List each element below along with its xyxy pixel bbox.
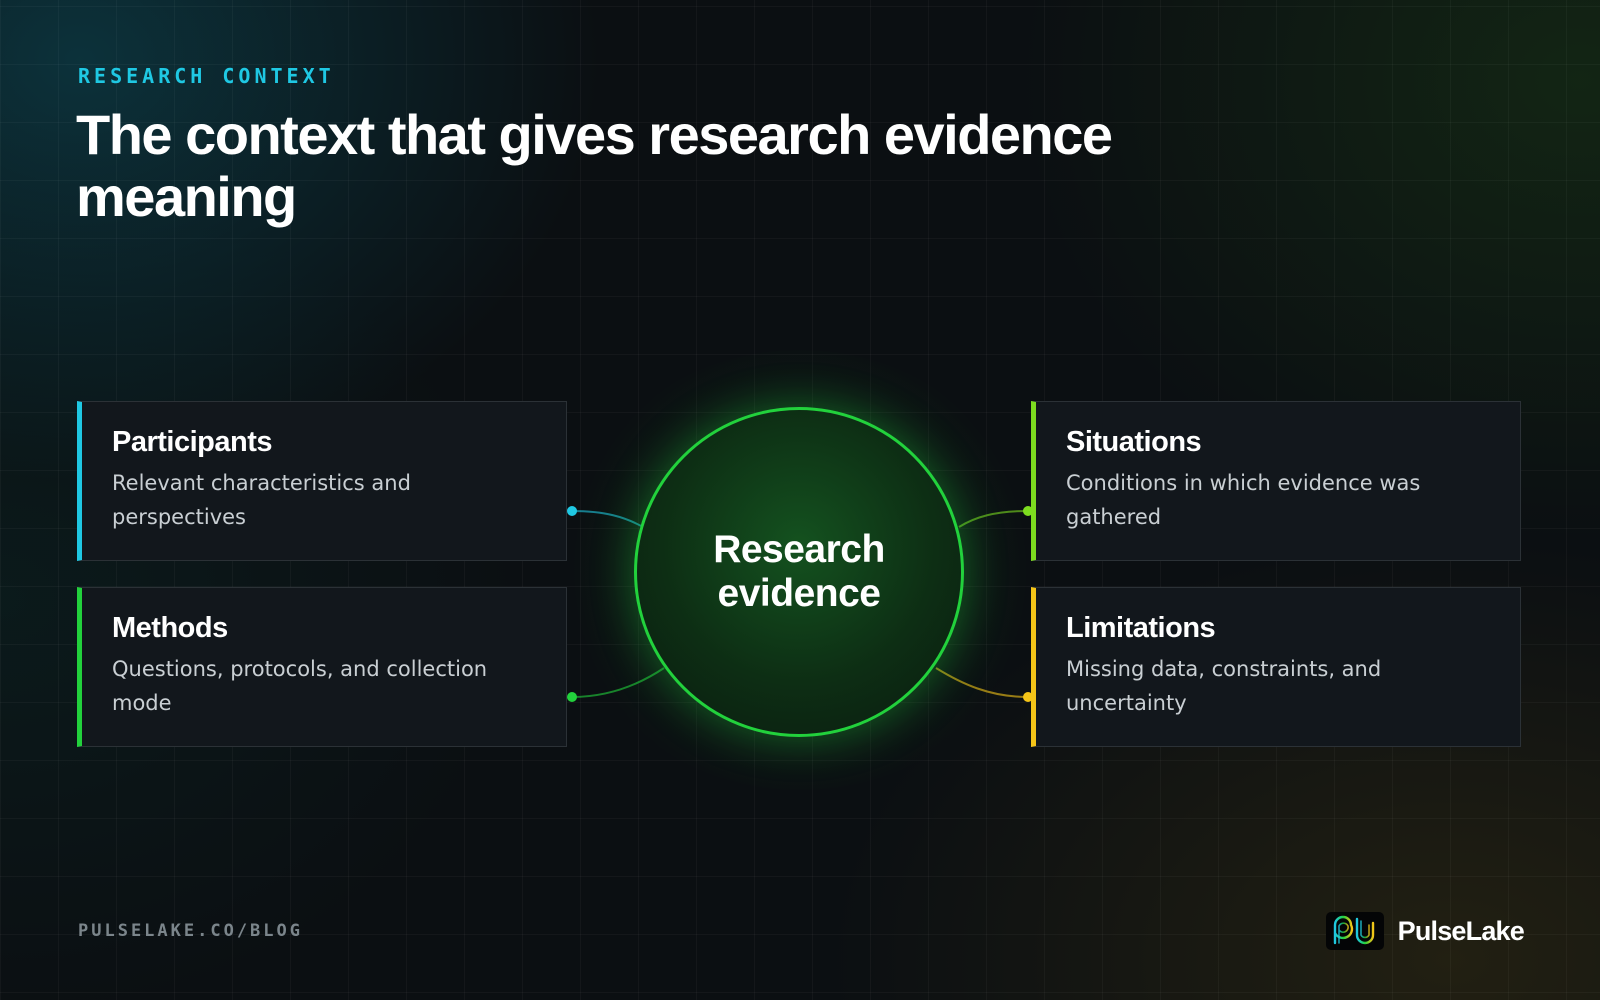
card-description: Missing data, constraints, and uncertain…	[1066, 657, 1382, 715]
hub-circle: Research evidence	[634, 407, 964, 737]
card-title: Situations	[1066, 426, 1202, 458]
card-participants: Participants Relevant characteristics an…	[77, 401, 567, 561]
card-limitations: Limitations Missing data, constraints, a…	[1031, 587, 1521, 747]
card-situations: Situations Conditions in which evidence …	[1031, 401, 1521, 561]
card-title: Limitations	[1066, 612, 1216, 644]
card-description: Questions, protocols, and collection mod…	[112, 657, 488, 715]
hub-label: Research evidence	[713, 528, 885, 615]
card-title: Participants	[112, 426, 273, 458]
pulselake-logo-icon	[1325, 912, 1384, 950]
card-description: Conditions in which evidence was gathere…	[1066, 471, 1421, 529]
card-description: Relevant characteristics and perspective…	[112, 471, 411, 529]
brand-name: PulseLake	[1397, 915, 1525, 946]
card-methods: Methods Questions, protocols, and collec…	[77, 587, 567, 747]
footer-url: PULSELAKE.CO/BLOG	[78, 921, 303, 941]
card-title: Methods	[112, 612, 228, 644]
connector-dot-methods	[567, 692, 577, 702]
brand: PulseLake	[1325, 912, 1525, 950]
